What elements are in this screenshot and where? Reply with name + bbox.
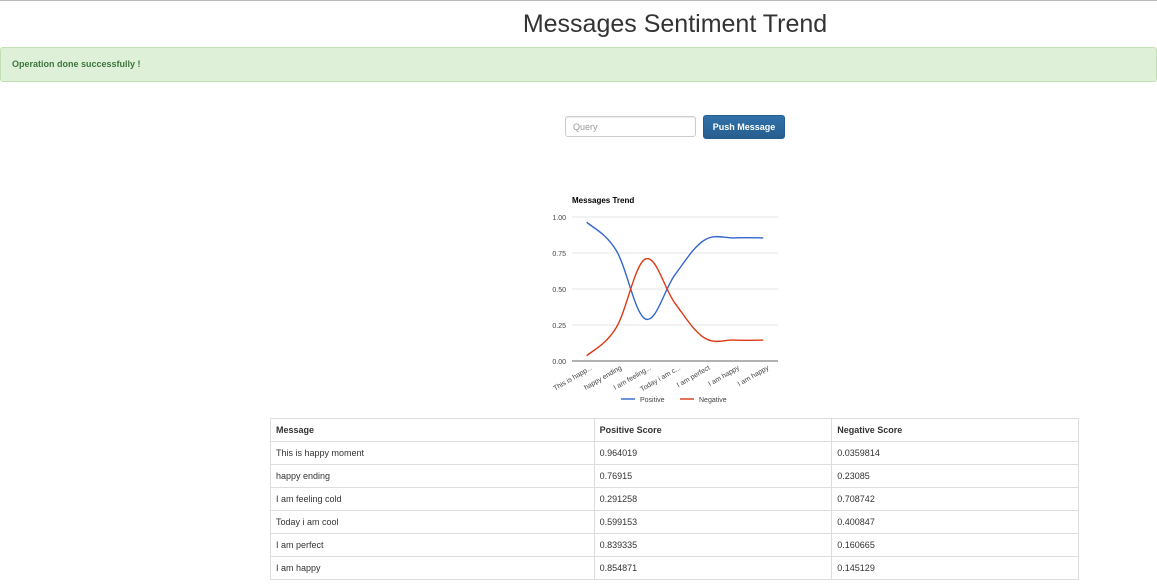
cell-negative-score: 0.400847 — [831, 510, 1079, 534]
chart-title: Messages Trend — [572, 196, 634, 205]
cell-positive-score: 0.964019 — [593, 441, 833, 465]
cell-message: I am feeling cold — [270, 487, 595, 511]
alert-message: Operation done successfully ! — [12, 59, 141, 69]
y-tick-label: 0.75 — [552, 251, 566, 258]
table-row: happy ending 0.76915 0.23085 — [270, 464, 1079, 488]
cell-message: I am happy — [270, 556, 595, 580]
cell-message: This is happy moment — [270, 441, 595, 465]
cell-positive-score: 0.854871 — [593, 556, 833, 580]
series-line-positive — [586, 221, 764, 320]
y-tick-label: 0.00 — [552, 359, 566, 366]
cell-positive-score: 0.839335 — [593, 533, 833, 557]
column-header-message: Message — [270, 418, 595, 442]
y-tick-label: 0.25 — [552, 323, 566, 330]
messages-table: Message Positive Score Negative Score Th… — [270, 418, 1079, 580]
x-tick-label: I am perfect — [676, 365, 712, 390]
cell-message: happy ending — [270, 464, 595, 488]
push-message-button[interactable]: Push Message — [703, 115, 785, 139]
cell-negative-score: 0.0359814 — [831, 441, 1079, 465]
series-line-negative — [586, 258, 764, 357]
legend-label-negative: Negative — [699, 397, 727, 404]
cell-negative-score: 0.145129 — [831, 556, 1079, 580]
table-row: I am happy 0.854871 0.145129 — [270, 556, 1079, 580]
cell-message: I am perfect — [270, 533, 595, 557]
cell-message: Today i am cool — [270, 510, 595, 534]
y-tick-label: 0.50 — [552, 287, 566, 294]
table-row: I am perfect 0.839335 0.160665 — [270, 533, 1079, 557]
legend-label-positive: Positive — [640, 397, 665, 404]
cell-negative-score: 0.23085 — [831, 464, 1079, 488]
table-row: Today i am cool 0.599153 0.400847 — [270, 510, 1079, 534]
table-header-row: Message Positive Score Negative Score — [270, 418, 1079, 442]
table-row: This is happy moment 0.964019 0.0359814 — [270, 441, 1079, 465]
x-tick-label: I am happy — [737, 364, 771, 388]
table-row: I am feeling cold 0.291258 0.708742 — [270, 487, 1079, 511]
cell-positive-score: 0.76915 — [593, 464, 833, 488]
top-divider — [0, 0, 1157, 1]
success-alert: Operation done successfully ! — [0, 47, 1157, 82]
cell-negative-score: 0.160665 — [831, 533, 1079, 557]
query-input[interactable] — [565, 116, 696, 137]
x-tick-label: I am happy — [707, 364, 741, 388]
cell-positive-score: 0.291258 — [593, 487, 833, 511]
messages-trend-chart: Messages Trend 0.000.250.500.751.00This … — [552, 196, 778, 404]
column-header-positive-score: Positive Score — [593, 418, 833, 442]
page-title: Messages Sentiment Trend — [522, 10, 828, 38]
column-header-negative-score: Negative Score — [831, 418, 1079, 442]
y-tick-label: 1.00 — [552, 215, 566, 222]
cell-positive-score: 0.599153 — [593, 510, 833, 534]
cell-negative-score: 0.708742 — [831, 487, 1079, 511]
